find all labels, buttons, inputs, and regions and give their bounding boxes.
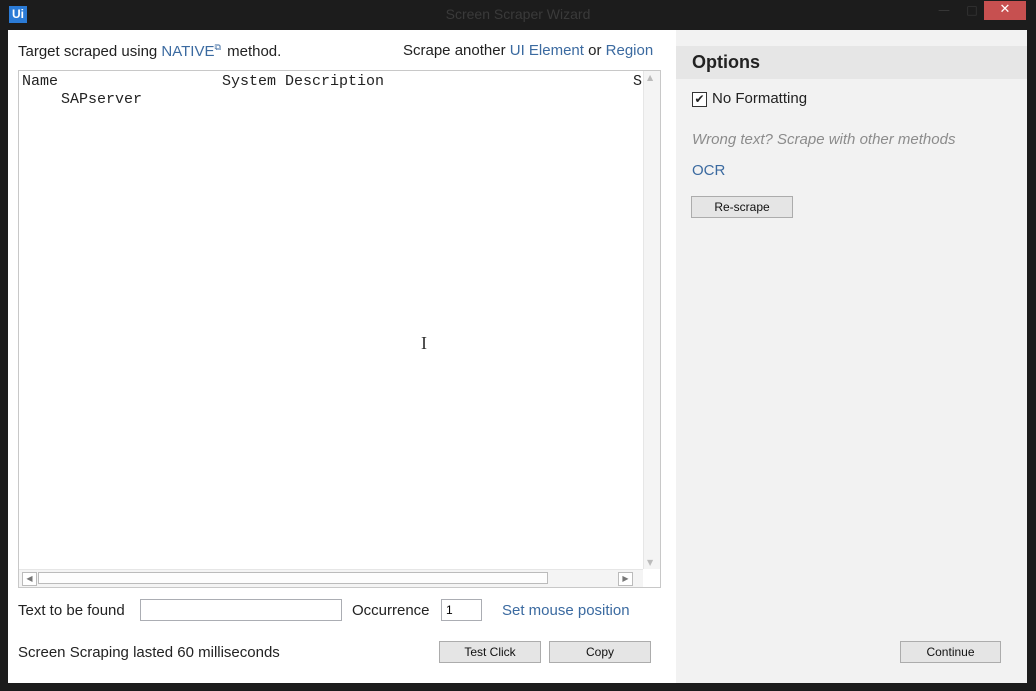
no-formatting-label[interactable]: No Formatting bbox=[712, 90, 807, 107]
no-formatting-checkbox[interactable]: ✔ bbox=[692, 92, 707, 107]
scraped-row: SAPserver bbox=[61, 91, 143, 108]
or-text: or bbox=[583, 42, 606, 59]
screen-scraper-window: Ui Screen Scraper Wizard — □ ✕ Target sc… bbox=[0, 0, 1036, 691]
title-bar: Ui Screen Scraper Wizard — □ ✕ bbox=[0, 0, 1036, 30]
window-title: Screen Scraper Wizard bbox=[445, 6, 591, 22]
text-to-be-found-input[interactable] bbox=[140, 599, 342, 621]
options-panel: Options ✔ No Formatting Wrong text? Scra… bbox=[676, 30, 1027, 683]
scroll-left-icon[interactable]: ◀ bbox=[22, 572, 37, 586]
copy-button[interactable]: Copy bbox=[549, 641, 651, 663]
status-text: Screen Scraping lasted 60 milliseconds bbox=[18, 644, 280, 661]
maximize-icon[interactable]: □ bbox=[958, 1, 986, 20]
target-method-line: Target scraped using NATIVE⧉ method. bbox=[18, 42, 281, 60]
wizard-body: Target scraped using NATIVE⧉ method. Scr… bbox=[8, 30, 1027, 683]
text-to-be-found-label: Text to be found bbox=[18, 602, 125, 619]
scrape-another-line: Scrape another UI Element or Region bbox=[403, 42, 653, 59]
horizontal-scrollbar[interactable]: ◀ ▶ bbox=[19, 569, 643, 587]
header-system-description: System Description bbox=[222, 73, 385, 90]
method-suffix: method. bbox=[222, 43, 282, 60]
external-link-icon: ⧉ bbox=[214, 42, 221, 52]
rescrape-button[interactable]: Re-scrape bbox=[691, 196, 793, 218]
native-method-link[interactable]: NATIVE bbox=[161, 43, 214, 60]
scrape-another-prefix: Scrape another bbox=[403, 42, 510, 59]
minimize-icon[interactable]: — bbox=[930, 1, 958, 20]
close-icon[interactable]: ✕ bbox=[984, 1, 1026, 20]
scraped-text-area[interactable]: Name System Description S SAPserver I ▲ … bbox=[18, 70, 661, 588]
header-name: Name bbox=[22, 73, 59, 90]
ui-element-link[interactable]: UI Element bbox=[510, 42, 584, 59]
ocr-link[interactable]: OCR bbox=[692, 162, 725, 179]
target-prefix: Target scraped using bbox=[18, 43, 162, 60]
occurrence-label: Occurrence bbox=[352, 602, 430, 619]
occurrence-input[interactable] bbox=[441, 599, 482, 621]
vertical-scrollbar[interactable]: ▲ ▼ bbox=[643, 71, 660, 569]
scroll-right-icon[interactable]: ▶ bbox=[618, 572, 633, 586]
horizontal-scroll-thumb[interactable] bbox=[38, 572, 548, 584]
scroll-down-icon[interactable]: ▼ bbox=[647, 558, 653, 567]
test-click-button[interactable]: Test Click bbox=[439, 641, 541, 663]
continue-button[interactable]: Continue bbox=[900, 641, 1001, 663]
options-header: Options bbox=[676, 46, 1027, 79]
scroll-up-icon[interactable]: ▲ bbox=[647, 73, 653, 82]
wrong-text-hint: Wrong text? Scrape with other methods bbox=[692, 131, 956, 148]
region-link[interactable]: Region bbox=[606, 42, 654, 59]
text-cursor-icon: I bbox=[421, 333, 427, 353]
header-s: S bbox=[633, 73, 643, 90]
set-mouse-position-link[interactable]: Set mouse position bbox=[502, 602, 630, 619]
